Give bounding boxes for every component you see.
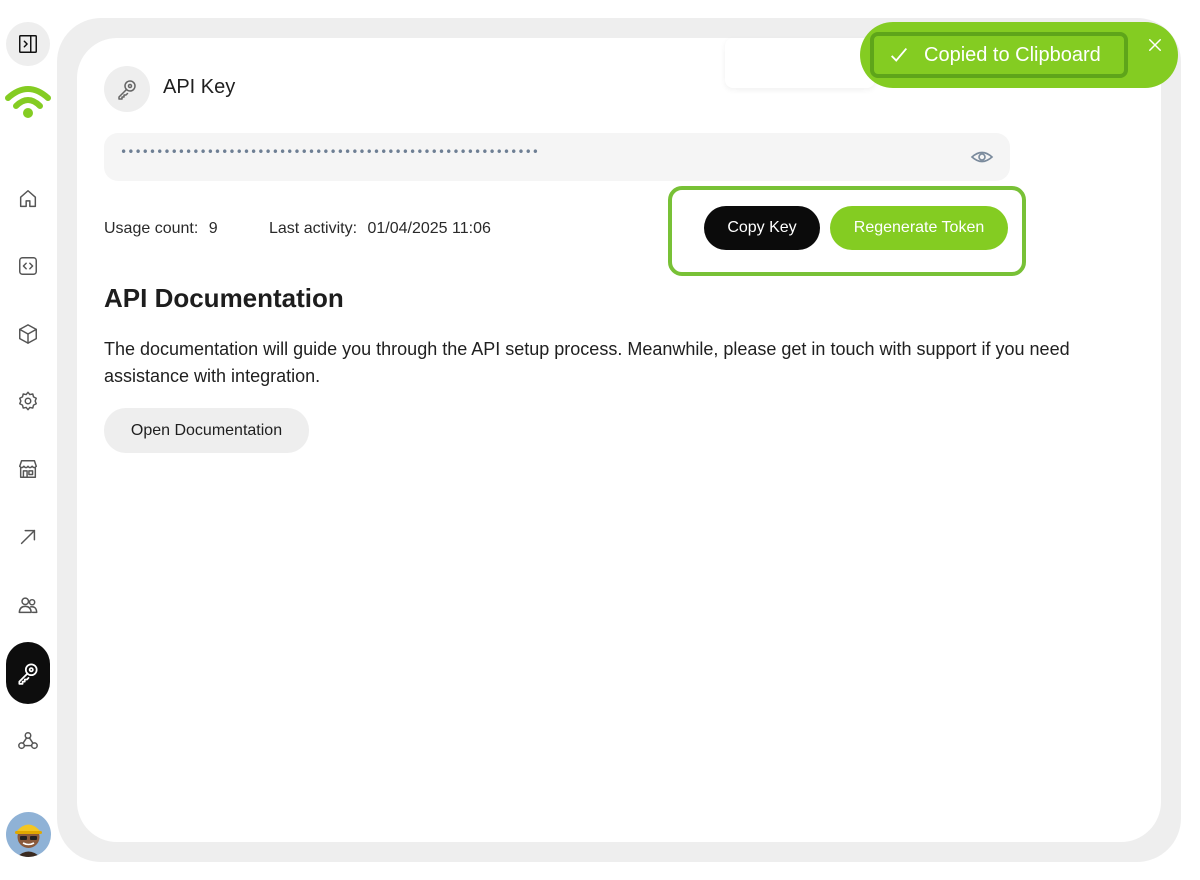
last-activity: Last activity: 01/04/2025 11:06	[269, 220, 491, 238]
regenerate-token-button[interactable]: Regenerate Token	[830, 206, 1008, 250]
code-icon	[19, 257, 37, 275]
close-icon	[1149, 39, 1161, 51]
api-key-icon-badge	[104, 66, 150, 112]
docs-title: API Documentation	[104, 283, 344, 313]
sidebar-item-users[interactable]	[6, 583, 50, 627]
open-documentation-button[interactable]: Open Documentation	[104, 408, 309, 453]
sidebar-item-settings[interactable]	[6, 379, 50, 423]
gear-icon	[19, 391, 37, 411]
sidebar-item-api-key[interactable]	[6, 642, 50, 704]
avatar-illustration-icon	[15, 824, 42, 857]
store-icon	[19, 460, 37, 478]
cube-icon	[19, 324, 37, 344]
user-avatar[interactable]	[6, 812, 51, 857]
toast-message-box: Copied to Clipboard	[870, 32, 1128, 78]
sidebar-item-webhooks[interactable]	[6, 719, 50, 763]
background-card	[725, 38, 875, 88]
toast-close-button[interactable]	[1142, 32, 1168, 58]
docs-description: The documentation will guide you through…	[104, 339, 1070, 386]
collapse-sidebar-button[interactable]	[6, 22, 50, 66]
api-key-masked-value: ••••••••••••••••••••••••••••••••••••••••…	[120, 145, 540, 159]
usage-count-label: Usage count:	[104, 220, 199, 237]
key-icon	[18, 663, 38, 685]
usage-count-value: 9	[208, 220, 218, 237]
api-key-title: API Key	[163, 76, 236, 98]
usage-count: Usage count: 9	[104, 220, 218, 238]
last-activity-label: Last activity:	[269, 220, 358, 237]
users-icon	[18, 597, 38, 614]
eye-icon	[970, 151, 994, 163]
copy-key-button[interactable]: Copy Key	[704, 206, 820, 250]
webhook-icon	[18, 732, 38, 750]
sidebar-item-store[interactable]	[6, 447, 50, 491]
panel-right-icon	[19, 35, 37, 53]
sidebar-item-code[interactable]	[6, 244, 50, 288]
sidebar	[0, 0, 58, 880]
sidebar-item-growth[interactable]	[6, 515, 50, 559]
sidebar-item-home[interactable]	[6, 177, 50, 221]
toast-notification: Copied to Clipboard	[860, 22, 1178, 88]
key-icon	[118, 80, 136, 100]
toast-message: Copied to Clipboard	[924, 43, 1101, 66]
wifi-logo-icon	[5, 86, 51, 118]
sidebar-item-products[interactable]	[6, 312, 50, 356]
home-icon	[19, 190, 37, 208]
check-icon	[888, 44, 910, 66]
arrow-up-right-icon	[20, 529, 36, 545]
show-key-button[interactable]	[968, 143, 996, 171]
api-key-field[interactable]: ••••••••••••••••••••••••••••••••••••••••…	[104, 133, 1010, 181]
last-activity-value: 01/04/2025 11:06	[367, 220, 491, 237]
